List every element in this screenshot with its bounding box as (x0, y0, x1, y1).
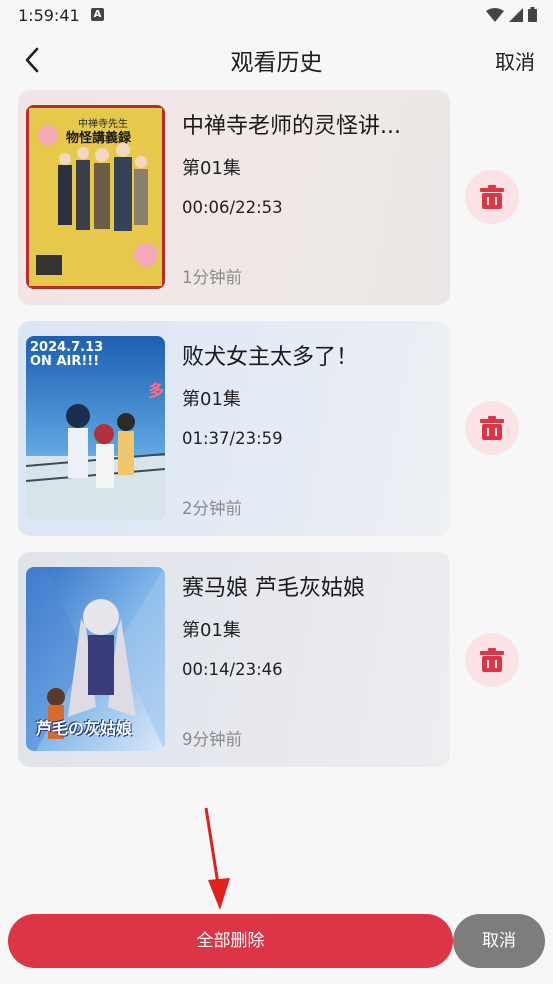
trash-icon (480, 648, 504, 672)
item-time-ago: 9分钟前 (182, 730, 242, 749)
item-progress: 00:06/22:53 (182, 198, 283, 217)
bottom-action-bar: 全部删除 取消 (0, 905, 553, 984)
poster-image: 芦毛の灰姑娘 (26, 567, 165, 751)
delete-button[interactable] (465, 633, 519, 687)
poster-caption: ON AIR!!! (30, 354, 100, 369)
item-episode: 第01集 (182, 158, 241, 179)
poster-image: 多 2024.7.13 ON AIR!!! (26, 336, 165, 520)
history-item[interactable]: 芦毛の灰姑娘 赛马娘 芦毛灰姑娘 第01集 00:14/23:46 9分钟前 (18, 552, 450, 767)
delete-button[interactable] (465, 401, 519, 455)
app-bar: 观看历史 取消 (0, 32, 553, 88)
svg-text:多: 多 (148, 381, 164, 400)
item-time-ago: 2分钟前 (182, 499, 242, 518)
status-icons (486, 7, 537, 22)
item-title: 中禅寺老师的灵怪讲... (182, 114, 401, 139)
trash-icon (480, 185, 504, 209)
item-title: 败犬女主太多了！ (182, 345, 359, 370)
battery-icon (528, 7, 537, 22)
item-progress: 01:37/23:59 (182, 429, 283, 448)
item-title: 赛马娘 芦毛灰姑娘 (182, 576, 365, 601)
item-episode: 第01集 (182, 620, 241, 641)
delete-all-button[interactable]: 全部删除 (8, 914, 453, 968)
notification-icon: A (91, 8, 104, 21)
poster-caption: 芦毛の灰姑娘 (36, 719, 133, 738)
history-item[interactable]: 中禅寺先生 物怪講義録 中禅寺老师的灵怪讲... 第01集 00:06/22:5… (18, 90, 450, 305)
status-time: 1:59:41 (18, 6, 80, 25)
cancel-button-bottom[interactable]: 取消 (453, 914, 545, 968)
delete-button[interactable] (465, 170, 519, 224)
poster-caption: 2024.7.13 (30, 340, 104, 355)
wifi-icon (486, 7, 504, 22)
item-time-ago: 1分钟前 (182, 268, 242, 287)
cancel-button-top[interactable]: 取消 (495, 46, 535, 75)
page-title: 观看历史 (230, 50, 323, 76)
item-episode: 第01集 (182, 389, 241, 410)
trash-icon (480, 416, 504, 440)
item-progress: 00:14/23:46 (182, 660, 283, 679)
poster-caption: 物怪講義録 (66, 131, 132, 146)
signal-icon (509, 7, 523, 22)
history-item[interactable]: 多 2024.7.13 ON AIR!!! 败犬女主太多了！ 第01集 01:3… (18, 321, 450, 536)
status-bar: 1:59:41 A (0, 0, 553, 32)
poster-image: 中禅寺先生 物怪講義録 (26, 105, 165, 289)
arrow-down-icon (204, 807, 230, 910)
